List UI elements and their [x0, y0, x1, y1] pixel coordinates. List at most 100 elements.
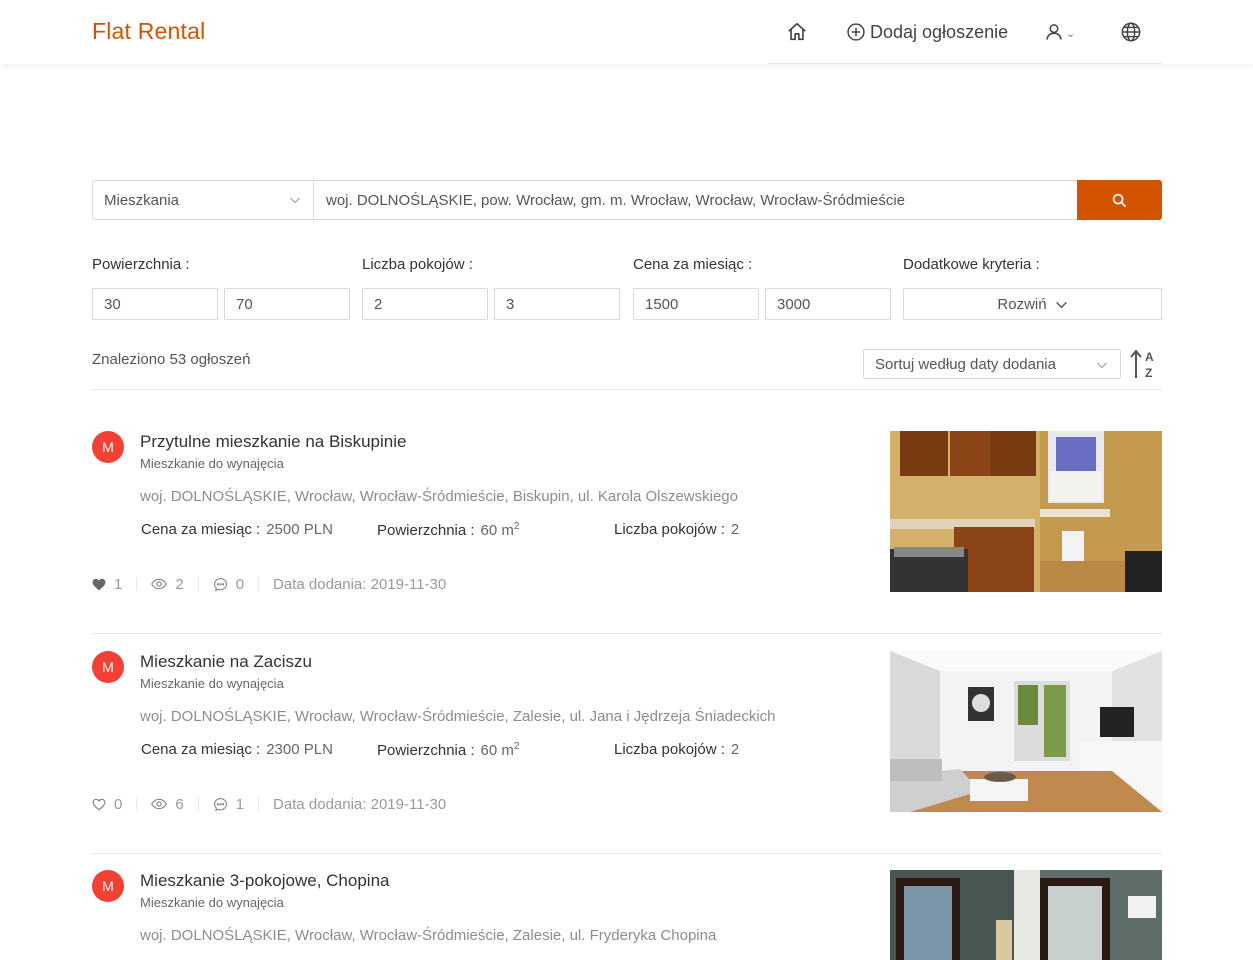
heart-filled-icon	[92, 578, 106, 590]
top-navbar: Flat Rental Dodaj ogłoszenie ⌄	[0, 0, 1253, 64]
search-button[interactable]	[1077, 180, 1162, 220]
user-menu[interactable]: ⌄	[1044, 0, 1075, 64]
listing-date: Data dodania: 2019-11-30	[273, 575, 447, 593]
area-unit-sup: 2	[513, 521, 520, 532]
add-listing-button[interactable]: Dodaj ogłoszenie	[846, 0, 1008, 64]
home-icon	[788, 22, 806, 41]
globe-icon	[1121, 22, 1141, 42]
stats-separator	[136, 577, 138, 591]
listing-date: Data dodania: 2019-11-30	[273, 795, 447, 813]
property-type-select[interactable]: Mieszkania	[92, 180, 314, 220]
nav-underline	[768, 63, 1162, 64]
area-label: Powierzchnia :	[377, 742, 475, 759]
stats-separator	[197, 577, 199, 591]
likes-count: 1	[114, 575, 123, 593]
comments-stat[interactable]: 1	[213, 796, 244, 813]
rooms-label: Liczba pokojów :	[614, 741, 725, 758]
listing-item[interactable]: M Mieszkanie na Zaciszu Mieszkanie do wy…	[92, 651, 1162, 841]
listing-stats: 1 2 0 Data dodania: 2019-11-30	[92, 575, 446, 593]
area-value: 60 m2	[480, 741, 520, 759]
listing-photo-hallway[interactable]	[890, 870, 1162, 960]
plus-circle-icon	[847, 23, 865, 41]
listing-photo-kitchen[interactable]	[890, 431, 1162, 592]
area-value: 60 m2	[480, 521, 520, 539]
brand-logo[interactable]: Flat Rental	[92, 18, 205, 45]
sort-value: Sortuj według daty dodania	[875, 356, 1056, 373]
listing-divider	[92, 633, 1162, 634]
listing-item[interactable]: M Przytulne mieszkanie na Biskupinie Mie…	[92, 431, 1162, 621]
expand-criteria-label: Rozwiń	[997, 295, 1047, 313]
likes-count: 0	[114, 795, 123, 813]
views-stat: 2	[151, 576, 184, 593]
area-max-input[interactable]	[224, 288, 350, 320]
price-filter-label: Cena za miesiąc :	[633, 256, 753, 273]
listing-area: Powierzchnia : 60 m2	[377, 521, 519, 539]
like-button[interactable]: 1	[92, 576, 122, 593]
price-label: Cena za miesiąc :	[141, 741, 261, 758]
svg-text:A: A	[1145, 350, 1154, 364]
eye-icon	[151, 578, 168, 590]
price-value: 2500 PLN	[266, 521, 333, 538]
listing-stats: 0 6 1 Data dodania: 2019-11-30	[92, 795, 446, 813]
user-icon	[1046, 24, 1062, 40]
listing-title[interactable]: Mieszkanie 3-pokojowe, Chopina	[140, 871, 389, 891]
comment-icon	[213, 797, 227, 811]
price-label: Cena za miesiąc :	[141, 521, 261, 538]
rooms-label: Liczba pokojów :	[614, 521, 725, 538]
listing-photo-living-room[interactable]	[890, 651, 1162, 812]
property-type-value: Mieszkania	[104, 192, 180, 209]
chevron-down-icon	[290, 197, 300, 204]
language-button[interactable]	[1120, 0, 1142, 64]
rooms-filter-label: Liczba pokojów :	[362, 256, 473, 273]
comments-count: 0	[235, 575, 245, 593]
listing-rooms: Liczba pokojów : 2	[614, 741, 739, 758]
listing-price: Cena za miesiąc : 2300 PLN	[141, 741, 333, 758]
price-value: 2300 PLN	[266, 741, 333, 758]
rooms-min-input[interactable]	[362, 288, 488, 320]
stats-separator	[258, 797, 260, 811]
sort-ascending-icon: AZ	[1130, 349, 1154, 380]
listing-price: Cena za miesiąc : 2500 PLN	[141, 521, 333, 538]
search-icon	[1112, 193, 1127, 207]
area-min-input[interactable]	[92, 288, 218, 320]
comments-stat[interactable]: 0	[213, 576, 244, 593]
listing-area: Powierzchnia : 60 m2	[377, 741, 519, 759]
like-button[interactable]: 0	[92, 796, 122, 813]
rooms-max-input[interactable]	[494, 288, 620, 320]
sort-select[interactable]: Sortuj według daty dodania	[863, 349, 1121, 379]
price-min-input[interactable]	[633, 288, 759, 320]
listing-subtitle: Mieszkanie do wynajęcia	[140, 676, 284, 691]
area-label: Powierzchnia :	[377, 522, 475, 539]
add-listing-label: Dodaj ogłoszenie	[870, 21, 1009, 42]
expand-criteria-button[interactable]: Rozwiń	[903, 288, 1162, 320]
listing-title[interactable]: Mieszkanie na Zaciszu	[140, 652, 312, 672]
home-button[interactable]	[786, 0, 808, 64]
area-filter-label: Powierzchnia :	[92, 256, 190, 273]
listing-address: woj. DOLNOŚLĄSKIE, Wrocław, Wrocław-Śród…	[140, 488, 738, 505]
results-divider	[92, 389, 1162, 390]
extra-criteria-label: Dodatkowe kryteria :	[903, 256, 1040, 273]
area-number: 60 m	[480, 742, 514, 759]
avatar: M	[92, 651, 124, 683]
sort-direction-button[interactable]: AZ	[1128, 348, 1158, 385]
comments-count: 1	[235, 795, 245, 813]
eye-icon	[151, 798, 168, 810]
chevron-down-icon: ⌄	[1066, 28, 1076, 40]
listing-title[interactable]: Przytulne mieszkanie na Biskupinie	[140, 432, 406, 452]
listing-item[interactable]: M Mieszkanie 3-pokojowe, Chopina Mieszka…	[92, 870, 1162, 960]
stats-separator	[197, 797, 199, 811]
stats-separator	[258, 577, 260, 591]
listing-address: woj. DOLNOŚLĄSKIE, Wrocław, Wrocław-Śród…	[140, 708, 776, 725]
svg-text:Z: Z	[1145, 366, 1152, 380]
location-input[interactable]	[314, 180, 1078, 220]
area-unit-sup: 2	[513, 741, 520, 752]
listing-divider	[92, 853, 1162, 854]
area-number: 60 m	[480, 522, 514, 539]
listing-subtitle: Mieszkanie do wynajęcia	[140, 456, 284, 471]
price-max-input[interactable]	[765, 288, 891, 320]
avatar: M	[92, 870, 124, 902]
rooms-value: 2	[730, 521, 740, 538]
chevron-down-icon	[1097, 362, 1107, 369]
avatar: M	[92, 431, 124, 463]
views-count: 6	[175, 795, 184, 813]
